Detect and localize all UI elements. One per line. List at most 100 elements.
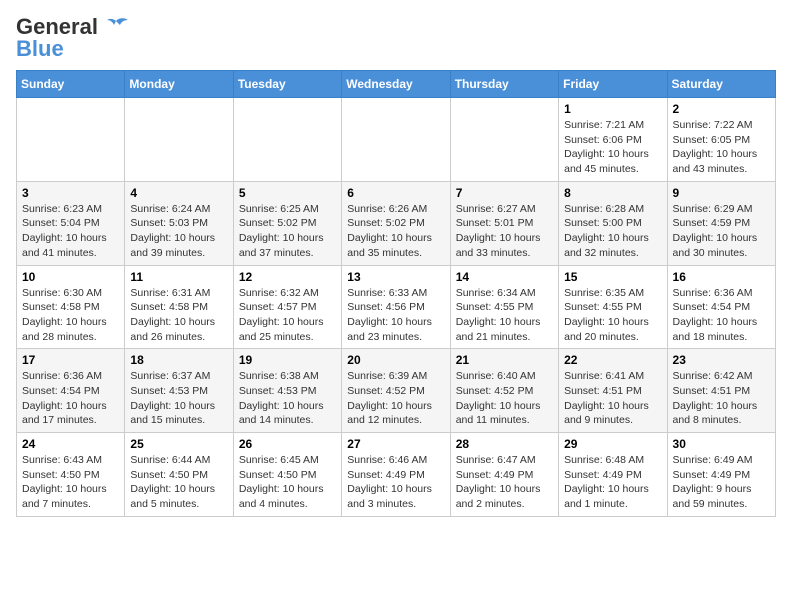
- day-info: Sunrise: 6:31 AM Sunset: 4:58 PM Dayligh…: [130, 286, 227, 345]
- logo: General Blue: [16, 16, 130, 60]
- page-header: General Blue: [16, 16, 776, 60]
- calendar-cell: 5Sunrise: 6:25 AM Sunset: 5:02 PM Daylig…: [233, 181, 341, 265]
- calendar-cell: 18 Sunrise: 6:37 AM Sunset: 4:53 PM Dayli…: [125, 349, 233, 433]
- calendar-week-3: 10Sunrise: 6:30 AM Sunset: 4:58 PM Dayli…: [17, 265, 776, 349]
- calendar-cell: 22 Sunrise: 6:41 AM Sunset: 4:51 PM Dayli…: [559, 349, 667, 433]
- calendar-cell: 27 Sunrise: 6:46 AM Sunset: 4:49 PM Dayli…: [342, 433, 450, 517]
- day-number: 29: [564, 437, 661, 451]
- calendar-cell: 4Sunrise: 6:24 AM Sunset: 5:03 PM Daylig…: [125, 181, 233, 265]
- day-info: Sunrise: 6:41 AM Sunset: 4:51 PM Dayligh…: [564, 369, 661, 428]
- day-number: 15: [564, 270, 661, 284]
- calendar-cell: 30 Sunrise: 6:49 AM Sunset: 4:49 PM Dayli…: [667, 433, 775, 517]
- day-info: Sunrise: 6:49 AM Sunset: 4:49 PM Dayligh…: [673, 453, 770, 512]
- day-number: 13: [347, 270, 444, 284]
- day-info: Sunrise: 6:46 AM Sunset: 4:49 PM Dayligh…: [347, 453, 444, 512]
- day-number: 5: [239, 186, 336, 200]
- calendar-week-4: 17 Sunrise: 6:36 AM Sunset: 4:54 PM Dayli…: [17, 349, 776, 433]
- day-number: 30: [673, 437, 770, 451]
- day-number: 26: [239, 437, 336, 451]
- weekday-header-sunday: Sunday: [17, 71, 125, 98]
- calendar-cell: 19 Sunrise: 6:38 AM Sunset: 4:53 PM Dayli…: [233, 349, 341, 433]
- day-info: Sunrise: 6:48 AM Sunset: 4:49 PM Dayligh…: [564, 453, 661, 512]
- day-info: Sunrise: 6:34 AM Sunset: 4:55 PM Dayligh…: [456, 286, 553, 345]
- calendar-cell: 26 Sunrise: 6:45 AM Sunset: 4:50 PM Dayli…: [233, 433, 341, 517]
- weekday-header-thursday: Thursday: [450, 71, 558, 98]
- calendar-cell: 15 Sunrise: 6:35 AM Sunset: 4:55 PM Dayli…: [559, 265, 667, 349]
- day-info: Sunrise: 6:36 AM Sunset: 4:54 PM Dayligh…: [673, 286, 770, 345]
- calendar-cell: 14Sunrise: 6:34 AM Sunset: 4:55 PM Dayli…: [450, 265, 558, 349]
- calendar-cell: 9Sunrise: 6:29 AM Sunset: 4:59 PM Daylig…: [667, 181, 775, 265]
- calendar-cell: 24 Sunrise: 6:43 AM Sunset: 4:50 PM Dayli…: [17, 433, 125, 517]
- day-number: 9: [673, 186, 770, 200]
- day-info: Sunrise: 6:39 AM Sunset: 4:52 PM Dayligh…: [347, 369, 444, 428]
- calendar-cell: 3 Sunrise: 6:23 AM Sunset: 5:04 PM Daylig…: [17, 181, 125, 265]
- day-number: 17: [22, 353, 119, 367]
- day-info: Sunrise: 6:45 AM Sunset: 4:50 PM Dayligh…: [239, 453, 336, 512]
- day-number: 11: [130, 270, 227, 284]
- calendar-header-row: SundayMondayTuesdayWednesdayThursdayFrid…: [17, 71, 776, 98]
- weekday-header-friday: Friday: [559, 71, 667, 98]
- day-info: Sunrise: 6:32 AM Sunset: 4:57 PM Dayligh…: [239, 286, 336, 345]
- day-number: 8: [564, 186, 661, 200]
- day-number: 21: [456, 353, 553, 367]
- day-number: 24: [22, 437, 119, 451]
- day-number: 28: [456, 437, 553, 451]
- day-info: Sunrise: 6:47 AM Sunset: 4:49 PM Dayligh…: [456, 453, 553, 512]
- day-number: 10: [22, 270, 119, 284]
- calendar-cell: 20 Sunrise: 6:39 AM Sunset: 4:52 PM Dayli…: [342, 349, 450, 433]
- calendar-cell: [342, 98, 450, 182]
- calendar-week-2: 3 Sunrise: 6:23 AM Sunset: 5:04 PM Daylig…: [17, 181, 776, 265]
- calendar-cell: 21 Sunrise: 6:40 AM Sunset: 4:52 PM Dayli…: [450, 349, 558, 433]
- calendar-cell: 29 Sunrise: 6:48 AM Sunset: 4:49 PM Dayli…: [559, 433, 667, 517]
- day-info: Sunrise: 6:40 AM Sunset: 4:52 PM Dayligh…: [456, 369, 553, 428]
- day-number: 2: [673, 102, 770, 116]
- calendar-cell: [233, 98, 341, 182]
- calendar-cell: 16Sunrise: 6:36 AM Sunset: 4:54 PM Dayli…: [667, 265, 775, 349]
- day-number: 23: [673, 353, 770, 367]
- calendar-cell: 11 Sunrise: 6:31 AM Sunset: 4:58 PM Dayli…: [125, 265, 233, 349]
- weekday-header-tuesday: Tuesday: [233, 71, 341, 98]
- day-info: Sunrise: 7:21 AM Sunset: 6:06 PM Dayligh…: [564, 118, 661, 177]
- calendar-cell: 17 Sunrise: 6:36 AM Sunset: 4:54 PM Dayli…: [17, 349, 125, 433]
- calendar-cell: 12Sunrise: 6:32 AM Sunset: 4:57 PM Dayli…: [233, 265, 341, 349]
- logo-general-text: General: [16, 16, 98, 38]
- calendar-cell: 6 Sunrise: 6:26 AM Sunset: 5:02 PM Daylig…: [342, 181, 450, 265]
- day-number: 3: [22, 186, 119, 200]
- calendar-cell: 28 Sunrise: 6:47 AM Sunset: 4:49 PM Dayli…: [450, 433, 558, 517]
- day-info: Sunrise: 6:23 AM Sunset: 5:04 PM Dayligh…: [22, 202, 119, 261]
- day-info: Sunrise: 6:38 AM Sunset: 4:53 PM Dayligh…: [239, 369, 336, 428]
- calendar-cell: 25 Sunrise: 6:44 AM Sunset: 4:50 PM Dayli…: [125, 433, 233, 517]
- day-number: 20: [347, 353, 444, 367]
- day-info: Sunrise: 6:36 AM Sunset: 4:54 PM Dayligh…: [22, 369, 119, 428]
- logo-bird-icon: [102, 17, 130, 37]
- day-number: 22: [564, 353, 661, 367]
- day-info: Sunrise: 6:28 AM Sunset: 5:00 PM Dayligh…: [564, 202, 661, 261]
- day-info: Sunrise: 6:44 AM Sunset: 4:50 PM Dayligh…: [130, 453, 227, 512]
- day-number: 18: [130, 353, 227, 367]
- weekday-header-monday: Monday: [125, 71, 233, 98]
- weekday-header-wednesday: Wednesday: [342, 71, 450, 98]
- day-info: Sunrise: 6:33 AM Sunset: 4:56 PM Dayligh…: [347, 286, 444, 345]
- calendar-week-5: 24 Sunrise: 6:43 AM Sunset: 4:50 PM Dayli…: [17, 433, 776, 517]
- calendar-cell: 2 Sunrise: 7:22 AM Sunset: 6:05 PM Daylig…: [667, 98, 775, 182]
- day-number: 27: [347, 437, 444, 451]
- day-info: Sunrise: 6:24 AM Sunset: 5:03 PM Dayligh…: [130, 202, 227, 261]
- day-info: Sunrise: 7:22 AM Sunset: 6:05 PM Dayligh…: [673, 118, 770, 177]
- day-info: Sunrise: 6:42 AM Sunset: 4:51 PM Dayligh…: [673, 369, 770, 428]
- day-info: Sunrise: 6:26 AM Sunset: 5:02 PM Dayligh…: [347, 202, 444, 261]
- calendar-cell: [17, 98, 125, 182]
- day-number: 19: [239, 353, 336, 367]
- day-info: Sunrise: 6:35 AM Sunset: 4:55 PM Dayligh…: [564, 286, 661, 345]
- calendar-table: SundayMondayTuesdayWednesdayThursdayFrid…: [16, 70, 776, 517]
- calendar-week-1: 1Sunrise: 7:21 AM Sunset: 6:06 PM Daylig…: [17, 98, 776, 182]
- calendar-cell: 1Sunrise: 7:21 AM Sunset: 6:06 PM Daylig…: [559, 98, 667, 182]
- day-number: 6: [347, 186, 444, 200]
- weekday-header-saturday: Saturday: [667, 71, 775, 98]
- day-number: 25: [130, 437, 227, 451]
- day-info: Sunrise: 6:27 AM Sunset: 5:01 PM Dayligh…: [456, 202, 553, 261]
- calendar-cell: 23 Sunrise: 6:42 AM Sunset: 4:51 PM Dayli…: [667, 349, 775, 433]
- day-info: Sunrise: 6:43 AM Sunset: 4:50 PM Dayligh…: [22, 453, 119, 512]
- calendar-cell: [125, 98, 233, 182]
- day-info: Sunrise: 6:37 AM Sunset: 4:53 PM Dayligh…: [130, 369, 227, 428]
- calendar-cell: 13 Sunrise: 6:33 AM Sunset: 4:56 PM Dayli…: [342, 265, 450, 349]
